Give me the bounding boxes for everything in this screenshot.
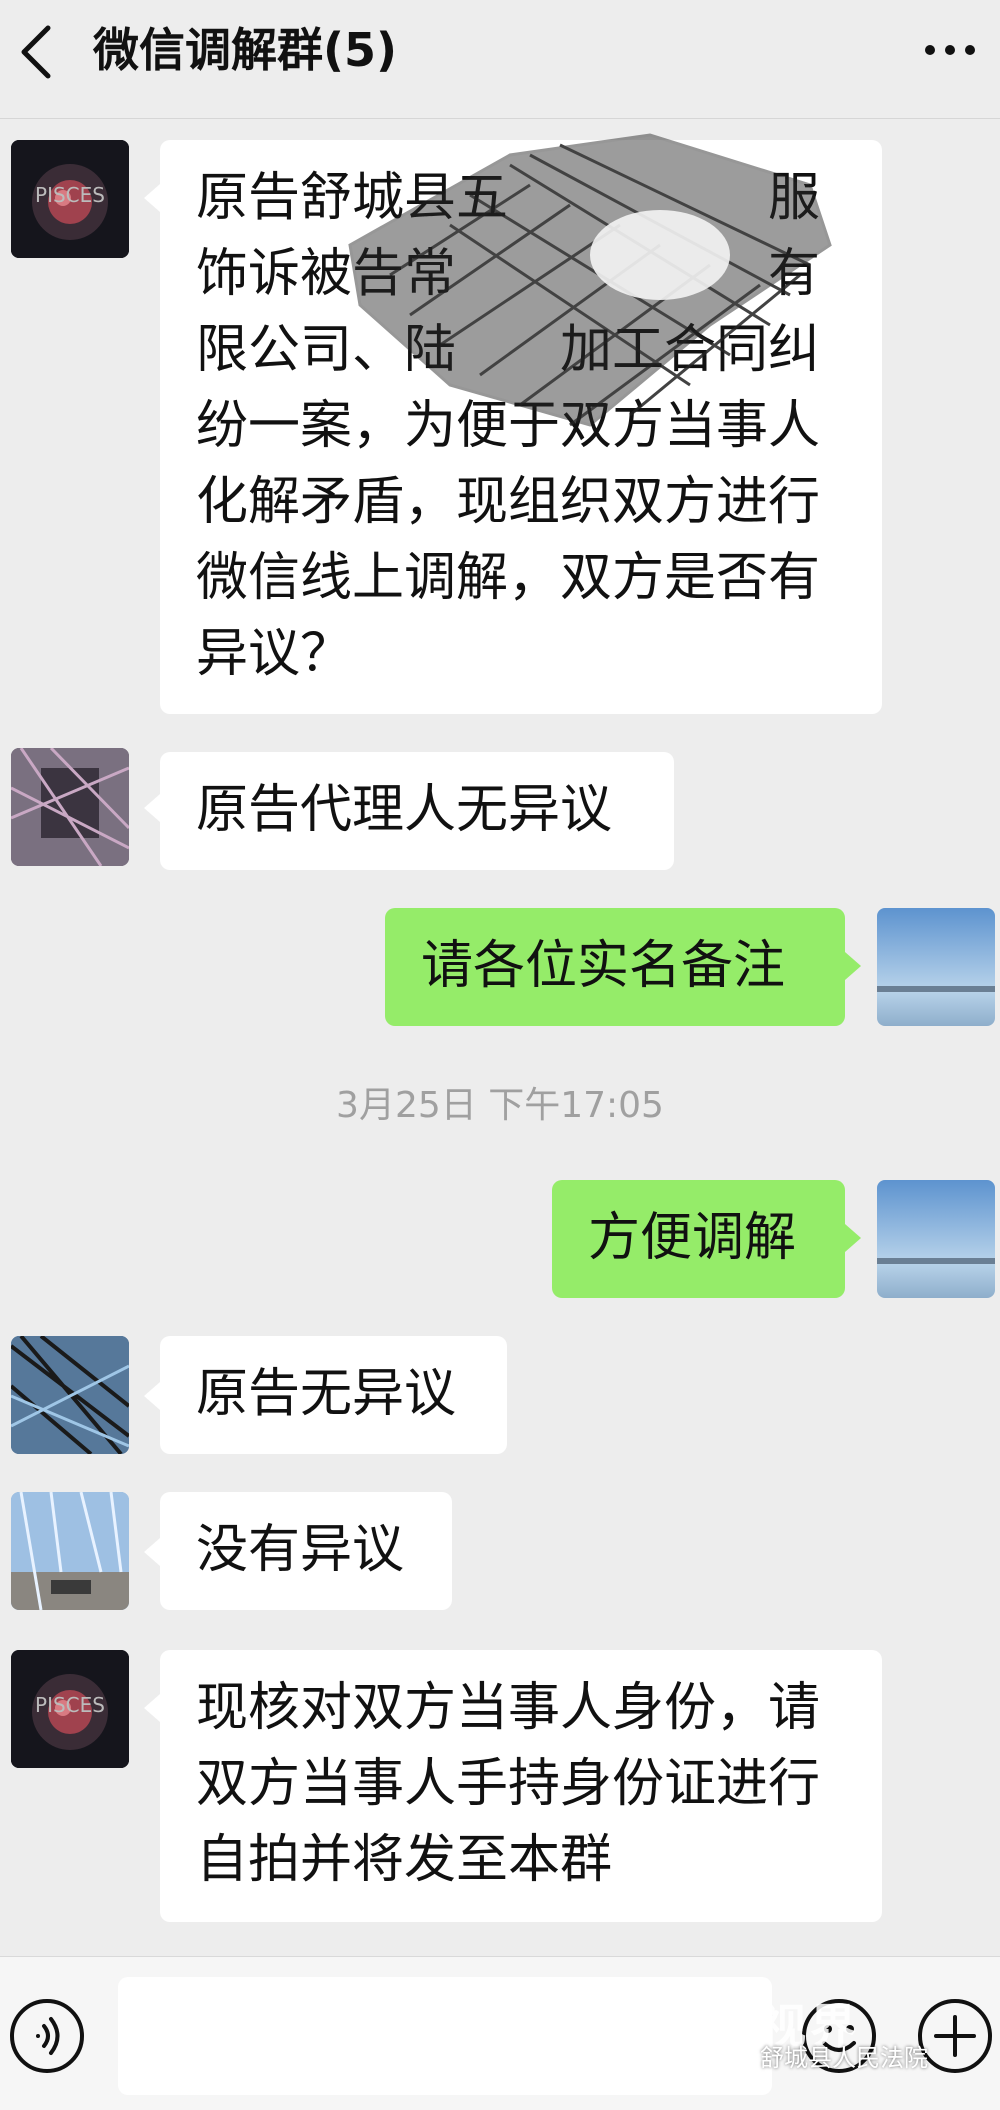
- voice-icon[interactable]: [8, 1997, 86, 2075]
- message-bubble-outgoing[interactable]: 方便调解: [552, 1180, 845, 1298]
- message-bubble-outgoing[interactable]: 请各位实名备注: [385, 908, 845, 1026]
- message-text: 请各位实名备注: [421, 936, 786, 996]
- avatar-plaintiff[interactable]: [11, 1336, 129, 1454]
- chat-timestamp: 3月25日 下午17:05: [336, 1085, 664, 1126]
- message-text: 方便调解: [588, 1208, 797, 1268]
- message-bubble[interactable]: 原告代理人无异议: [160, 752, 674, 870]
- message-bubble[interactable]: 原告舒城县五 服饰诉被告常 有限公司、陆 加工合同纠纷一案，为便于双方当事人化解…: [160, 140, 882, 714]
- message-bubble[interactable]: 没有异议: [160, 1492, 452, 1610]
- avatar-plaintiff-agent[interactable]: [11, 748, 129, 866]
- more-dots-icon[interactable]: [922, 34, 978, 66]
- chevron-left-icon[interactable]: [14, 22, 62, 82]
- message-text: 没有异议: [196, 1520, 405, 1580]
- message-input[interactable]: [118, 1977, 772, 2095]
- chat-header: 微信调解群(5): [0, 0, 1000, 119]
- message-bubble[interactable]: 原告无异议: [160, 1336, 507, 1454]
- chat-title: 微信调解群(5): [93, 23, 398, 77]
- message-text: 原告舒城县五 服饰诉被告常 有限公司、陆 加工合同纠纷一案，为便于双方当事人化解…: [196, 168, 821, 684]
- watermark-text: 舒城县人民法院: [760, 2044, 928, 2072]
- message-bubble[interactable]: 现核对双方当事人身份，请双方当事人手持身份证进行自拍并将发至本群: [160, 1650, 882, 1922]
- avatar-mediator[interactable]: PISCES: [11, 1650, 129, 1768]
- message-text: 现核对双方当事人身份，请双方当事人手持身份证进行自拍并将发至本群: [196, 1678, 821, 1890]
- svg-text:PISCES: PISCES: [35, 1693, 105, 1717]
- message-text: 原告无异议: [196, 1364, 457, 1424]
- avatar-mediator[interactable]: PISCES: [11, 140, 129, 258]
- avatar-self[interactable]: [877, 1180, 995, 1298]
- message-text: 原告代理人无异议: [196, 780, 613, 840]
- svg-text:PISCES: PISCES: [35, 183, 105, 207]
- avatar-self[interactable]: [877, 908, 995, 1026]
- avatar-defendant[interactable]: [11, 1492, 129, 1610]
